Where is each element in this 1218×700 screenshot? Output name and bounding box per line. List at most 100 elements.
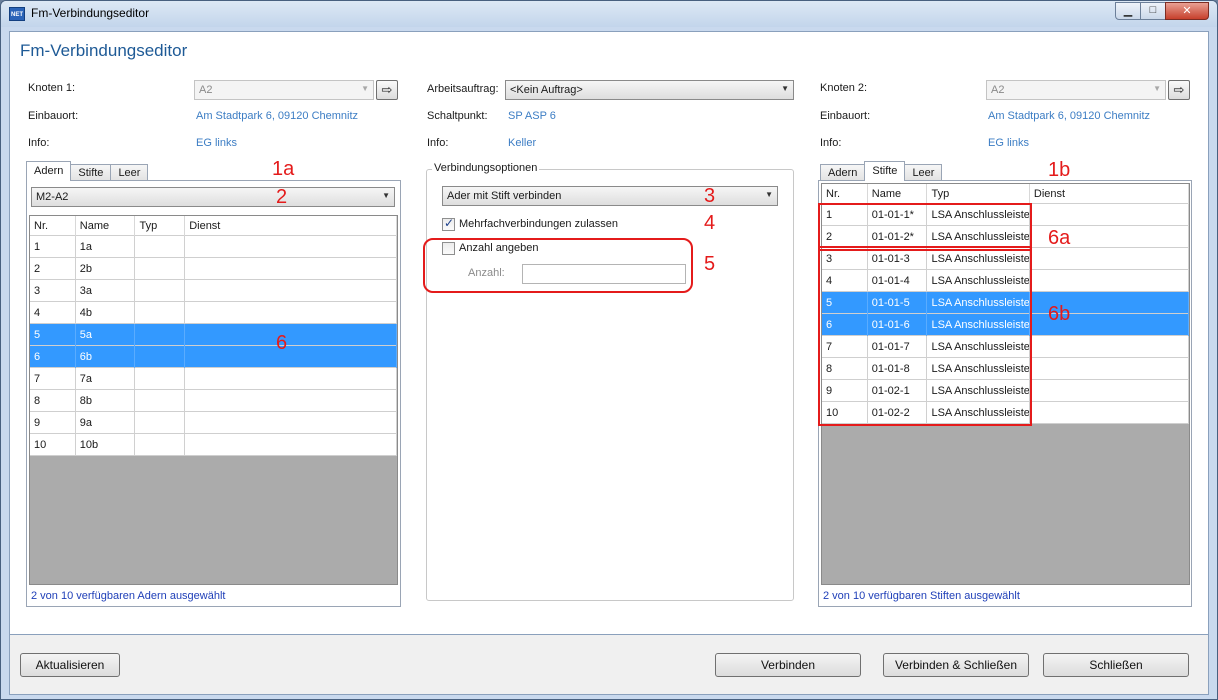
cell-typ <box>135 434 186 456</box>
table-row[interactable]: 2 2b <box>30 258 397 280</box>
node2-select[interactable]: A2 ▼ <box>986 80 1166 100</box>
annotation-3: 3 <box>704 185 716 207</box>
cell-dienst <box>1030 380 1189 402</box>
table-row[interactable]: 4 4b <box>30 302 397 324</box>
refresh-button[interactable]: Aktualisieren <box>20 653 120 677</box>
cell-name: 4b <box>76 302 136 324</box>
cell-name: 9a <box>76 412 136 434</box>
order-label: Arbeitsauftrag: <box>427 83 499 95</box>
arrow-right-icon: ⇨ <box>1173 82 1185 97</box>
cell-dienst <box>1030 358 1189 380</box>
multi-connect-label[interactable]: Mehrfachverbindungen zulassen <box>459 218 618 230</box>
tab-adern[interactable]: Adern <box>26 161 72 181</box>
connect-mode-select[interactable]: Ader mit Stift verbinden ▼ <box>442 186 778 206</box>
cell-dienst <box>1030 270 1189 292</box>
column-header-name[interactable]: Name <box>76 216 136 236</box>
multi-connect-checkbox[interactable]: ✓ <box>442 216 455 231</box>
tab-leer[interactable]: Leer <box>110 164 149 181</box>
close-window-button[interactable]: ✕ <box>1165 2 1209 20</box>
dialog-footer: Aktualisieren Verbinden Verbinden & Schl… <box>9 635 1209 695</box>
annotation-box-5 <box>423 238 693 293</box>
switchpoint-value: SP ASP 6 <box>508 110 556 122</box>
annotation-1a: 1a <box>272 158 295 180</box>
table-row[interactable]: 8 8b <box>30 390 397 412</box>
table-row[interactable]: 3 3a <box>30 280 397 302</box>
cell-dienst <box>185 236 397 258</box>
middle-info-value: Keller <box>508 137 537 149</box>
node1-select[interactable]: A2 ▼ <box>194 80 374 100</box>
cell-dienst <box>1030 336 1189 358</box>
cell-name: 8b <box>76 390 136 412</box>
column-header-name[interactable]: Name <box>868 184 928 204</box>
cell-dienst <box>185 368 397 390</box>
cell-typ <box>135 280 186 302</box>
connection-options-title: Verbindungsoptionen <box>432 162 540 174</box>
cell-dienst <box>185 324 397 346</box>
maximize-icon: □ <box>1149 4 1157 16</box>
table-row[interactable]: 6 6b <box>30 346 397 368</box>
column-header-dienst[interactable]: Dienst <box>185 216 397 236</box>
right-grid-header: Nr. Name Typ Dienst <box>822 184 1189 204</box>
window-controls: ▁ □ ✕ <box>1115 2 1209 20</box>
page-title: Fm-Verbindungseditor <box>20 41 188 60</box>
cell-nr: 5 <box>30 324 76 346</box>
cell-nr: 6 <box>30 346 76 368</box>
cell-nr: 8 <box>30 390 76 412</box>
node2-location-value: Am Stadtpark 6, 09120 Chemnitz <box>988 110 1151 122</box>
connect-close-button[interactable]: Verbinden & Schließen <box>883 653 1029 677</box>
cell-nr: 1 <box>30 236 76 258</box>
tab-stifte[interactable]: Stifte <box>864 161 906 181</box>
column-header-nr[interactable]: Nr. <box>30 216 76 236</box>
tab-adern[interactable]: Adern <box>820 164 866 181</box>
right-status: 2 von 10 verfügbaren Stiften ausgewählt <box>823 590 1020 602</box>
cell-dienst <box>1030 248 1189 270</box>
chevron-down-icon: ▼ <box>765 190 773 199</box>
cell-typ <box>135 324 186 346</box>
cell-dienst <box>185 258 397 280</box>
cell-nr: 4 <box>30 302 76 324</box>
node1-info-label: Info: <box>28 137 50 149</box>
column-header-typ[interactable]: Typ <box>135 216 186 236</box>
switchpoint-label: Schaltpunkt: <box>427 110 488 122</box>
table-row[interactable]: 10 10b <box>30 434 397 456</box>
order-select-value: <Kein Auftrag> <box>510 84 583 96</box>
cell-name: 6b <box>76 346 136 368</box>
minimize-icon: ▁ <box>1123 5 1133 17</box>
node2-goto-button[interactable]: ⇨ <box>1168 80 1190 100</box>
node2-info-value: EG links <box>988 137 1029 149</box>
table-row[interactable]: 9 9a <box>30 412 397 434</box>
maximize-button[interactable]: □ <box>1140 2 1166 20</box>
node2-location-label: Einbauort: <box>820 110 871 122</box>
title-bar[interactable]: NET Fm-Verbindungseditor ▁ □ ✕ <box>1 1 1217 27</box>
minimize-button[interactable]: ▁ <box>1115 2 1141 20</box>
column-header-typ[interactable]: Typ <box>927 184 1030 204</box>
annotation-5: 5 <box>704 253 716 275</box>
table-row[interactable]: 1 1a <box>30 236 397 258</box>
close-icon: ✕ <box>1182 5 1192 17</box>
cell-dienst <box>185 412 397 434</box>
close-button[interactable]: Schließen <box>1043 653 1189 677</box>
left-grid[interactable]: Nr. Name Typ Dienst 1 1a 2 2b 3 3a 4 4b 5 5a 6 6b 7 7… <box>29 215 398 585</box>
chevron-down-icon: ▼ <box>361 84 369 93</box>
cell-dienst <box>1030 402 1189 424</box>
cell-name: 3a <box>76 280 136 302</box>
connect-button[interactable]: Verbinden <box>715 653 861 677</box>
cell-name: 1a <box>76 236 136 258</box>
column-header-nr[interactable]: Nr. <box>822 184 868 204</box>
cell-typ <box>135 390 186 412</box>
cell-nr: 2 <box>30 258 76 280</box>
cell-name: 2b <box>76 258 136 280</box>
tab-stifte[interactable]: Stifte <box>70 164 112 181</box>
annotation-4: 4 <box>704 212 716 234</box>
connect-mode-value: Ader mit Stift verbinden <box>447 190 562 202</box>
node1-label: Knoten 1: <box>28 82 76 94</box>
cell-dienst <box>185 280 397 302</box>
order-select[interactable]: <Kein Auftrag> ▼ <box>505 80 794 100</box>
table-row[interactable]: 5 5a <box>30 324 397 346</box>
table-row[interactable]: 7 7a <box>30 368 397 390</box>
tab-leer[interactable]: Leer <box>904 164 943 181</box>
column-header-dienst[interactable]: Dienst <box>1030 184 1189 204</box>
connection-options-group <box>426 169 794 601</box>
node1-goto-button[interactable]: ⇨ <box>376 80 398 100</box>
cable-select[interactable]: M2-A2 ▼ <box>31 187 395 207</box>
